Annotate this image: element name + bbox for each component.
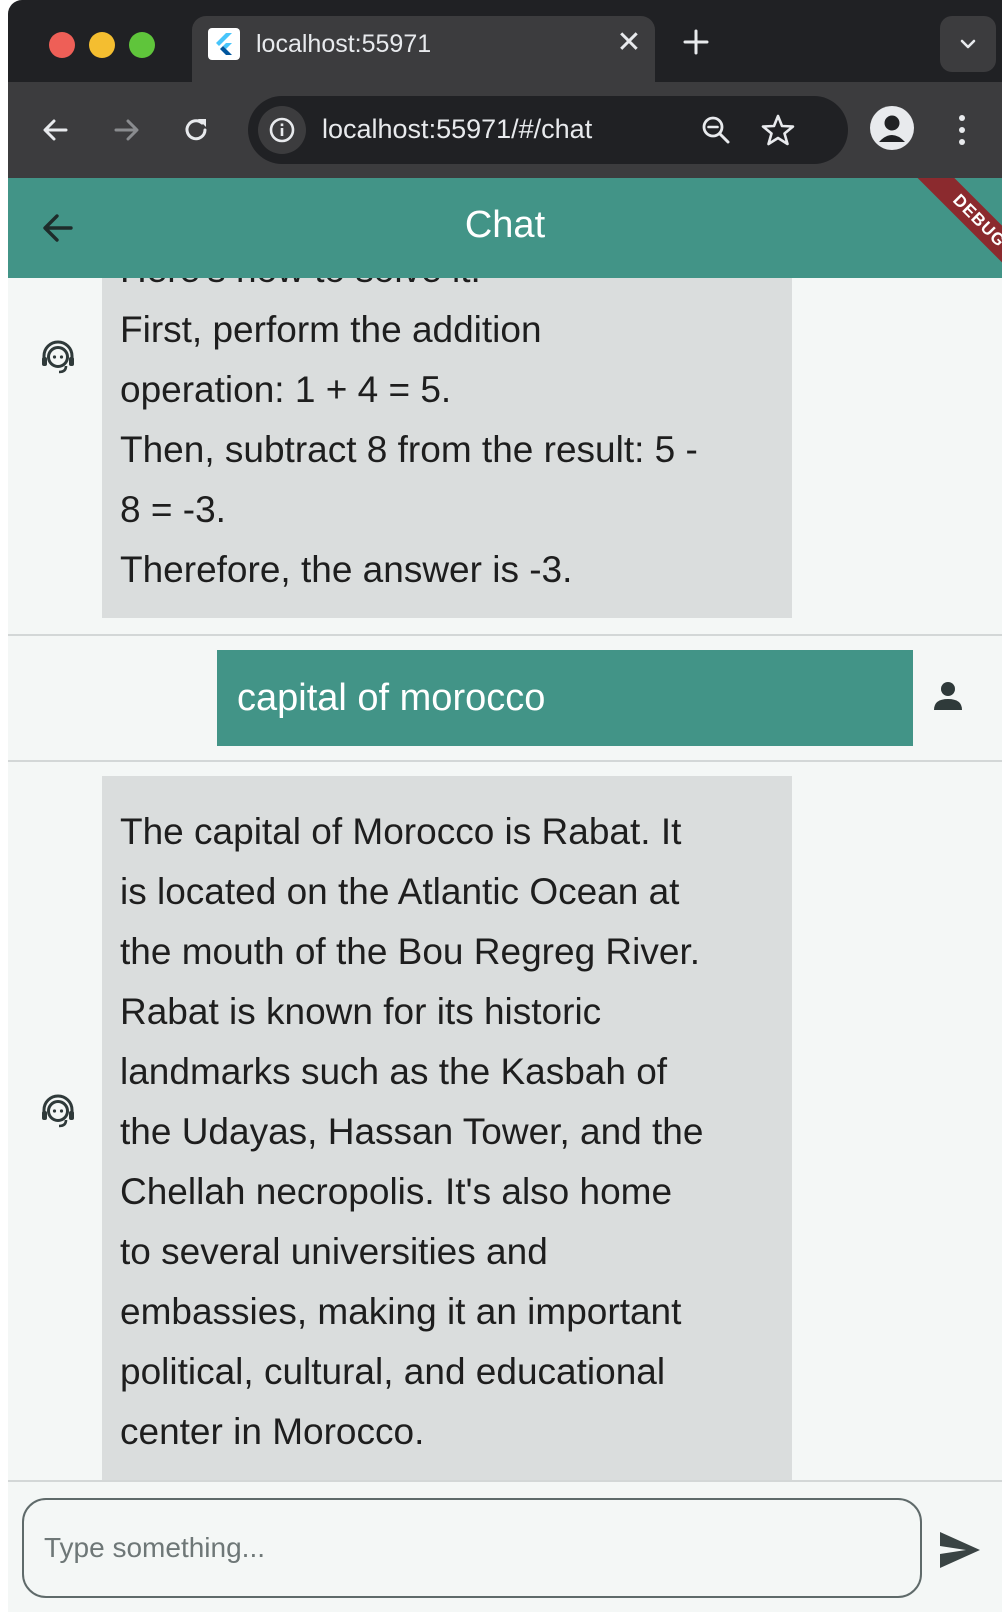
browser-window: localhost:55971 ✕ localhost:55971/#/chat… <box>8 0 1002 1612</box>
chevron-down-icon <box>960 39 976 49</box>
message-line: 8 = -3. <box>120 489 226 530</box>
message-line: First, perform the addition <box>120 309 542 350</box>
tab-search-button[interactable] <box>940 16 996 72</box>
message-line: the mouth of the Bou Regreg River. <box>120 931 701 972</box>
message-divider <box>8 634 1002 636</box>
message-line: Therefore, the answer is -3. <box>120 549 573 590</box>
composer <box>8 1480 1002 1612</box>
message-line: operation: 1 + 4 = 5. <box>120 369 452 410</box>
tab-close-icon[interactable]: ✕ <box>612 26 646 60</box>
app-bar: Chat DEBUG <box>8 178 1002 278</box>
message-line: Then, subtract 8 from the result: 5 - <box>120 429 698 470</box>
message-divider <box>8 760 1002 762</box>
person-icon <box>930 678 966 714</box>
message-line: to several universities and <box>120 1231 548 1272</box>
message-line: is located on the Atlantic Ocean at <box>120 871 680 912</box>
profile-avatar-icon[interactable] <box>870 106 914 150</box>
browser-tab[interactable]: localhost:55971 ✕ <box>192 16 655 82</box>
browser-menu-icon[interactable] <box>954 110 970 150</box>
message-line: landmarks such as the Kasbah of <box>120 1051 668 1092</box>
tab-title: localhost:55971 <box>256 30 432 58</box>
browser-forward-icon[interactable] <box>106 110 146 150</box>
minimize-window-button[interactable] <box>89 32 115 58</box>
message-line: The capital of Morocco is Rabat. It <box>120 811 682 852</box>
address-bar[interactable]: localhost:55971/#/chat <box>248 96 848 164</box>
message-input[interactable] <box>22 1498 922 1598</box>
site-info-icon[interactable] <box>258 106 306 154</box>
user-message-bubble: capital of morocco <box>217 650 913 746</box>
message-line: Rabat is known for its historic <box>120 991 602 1032</box>
message-line: center in Morocco. <box>120 1411 425 1452</box>
zoom-out-icon[interactable] <box>698 112 734 148</box>
bot-message-bubble: The capital of Morocco is Rabat. It is l… <box>102 776 792 1480</box>
maximize-window-button[interactable] <box>129 32 155 58</box>
flutter-favicon-icon <box>208 28 240 60</box>
message-line: Chellah necropolis. It's also home <box>120 1171 673 1212</box>
support-agent-icon <box>38 336 78 376</box>
message-line: the Udayas, Hassan Tower, and the <box>120 1111 704 1152</box>
new-tab-icon[interactable] <box>678 24 714 60</box>
message-line: embassies, making it an important <box>120 1291 682 1332</box>
send-icon[interactable] <box>936 1528 984 1572</box>
tab-bar: localhost:55971 ✕ <box>8 0 1002 82</box>
browser-toolbar: localhost:55971/#/chat <box>8 82 1002 178</box>
chat-message-list[interactable]: Here's how to solve it: First, perform t… <box>8 278 1002 1480</box>
close-window-button[interactable] <box>49 32 75 58</box>
message-line: political, cultural, and educational <box>120 1351 666 1392</box>
bot-message-bubble: Here's how to solve it: First, perform t… <box>102 278 792 618</box>
browser-back-icon[interactable] <box>36 110 76 150</box>
message-line: Here's how to solve it: <box>120 278 774 300</box>
page-title: Chat <box>464 204 546 246</box>
support-agent-icon <box>38 1090 78 1130</box>
reload-icon[interactable] <box>176 110 216 150</box>
url-text[interactable]: localhost:55971/#/chat <box>322 114 592 145</box>
bookmark-star-icon[interactable] <box>760 112 796 148</box>
